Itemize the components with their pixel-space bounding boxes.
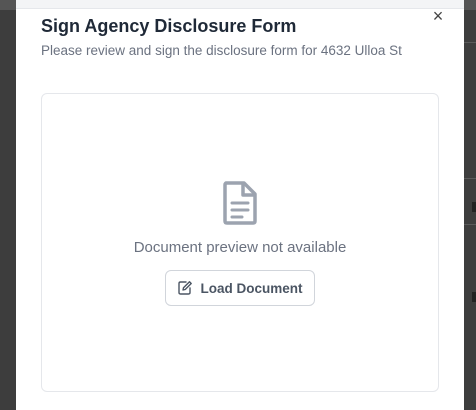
backdrop-mark — [472, 292, 476, 302]
edit-document-icon — [178, 281, 193, 295]
backdrop-mark — [472, 202, 476, 212]
load-document-label: Load Document — [200, 280, 303, 296]
dialog-title: Sign Agency Disclosure Form — [41, 16, 297, 36]
dialog-top-strip — [16, 0, 464, 9]
close-button[interactable]: × — [429, 6, 447, 26]
backdrop-divider — [464, 224, 476, 225]
document-icon — [223, 181, 257, 225]
close-icon: × — [432, 6, 444, 26]
dialog-subtitle: Please review and sign the disclosure fo… — [41, 43, 402, 58]
preview-unavailable-message: Document preview not available — [133, 239, 347, 256]
document-preview-area: Document preview not available Load Docu… — [41, 93, 439, 392]
sign-disclosure-dialog: × Sign Agency Disclosure Form Please rev… — [16, 0, 464, 410]
load-document-button[interactable]: Load Document — [165, 270, 315, 306]
backdrop-divider — [464, 178, 476, 179]
backdrop-divider — [464, 42, 476, 43]
